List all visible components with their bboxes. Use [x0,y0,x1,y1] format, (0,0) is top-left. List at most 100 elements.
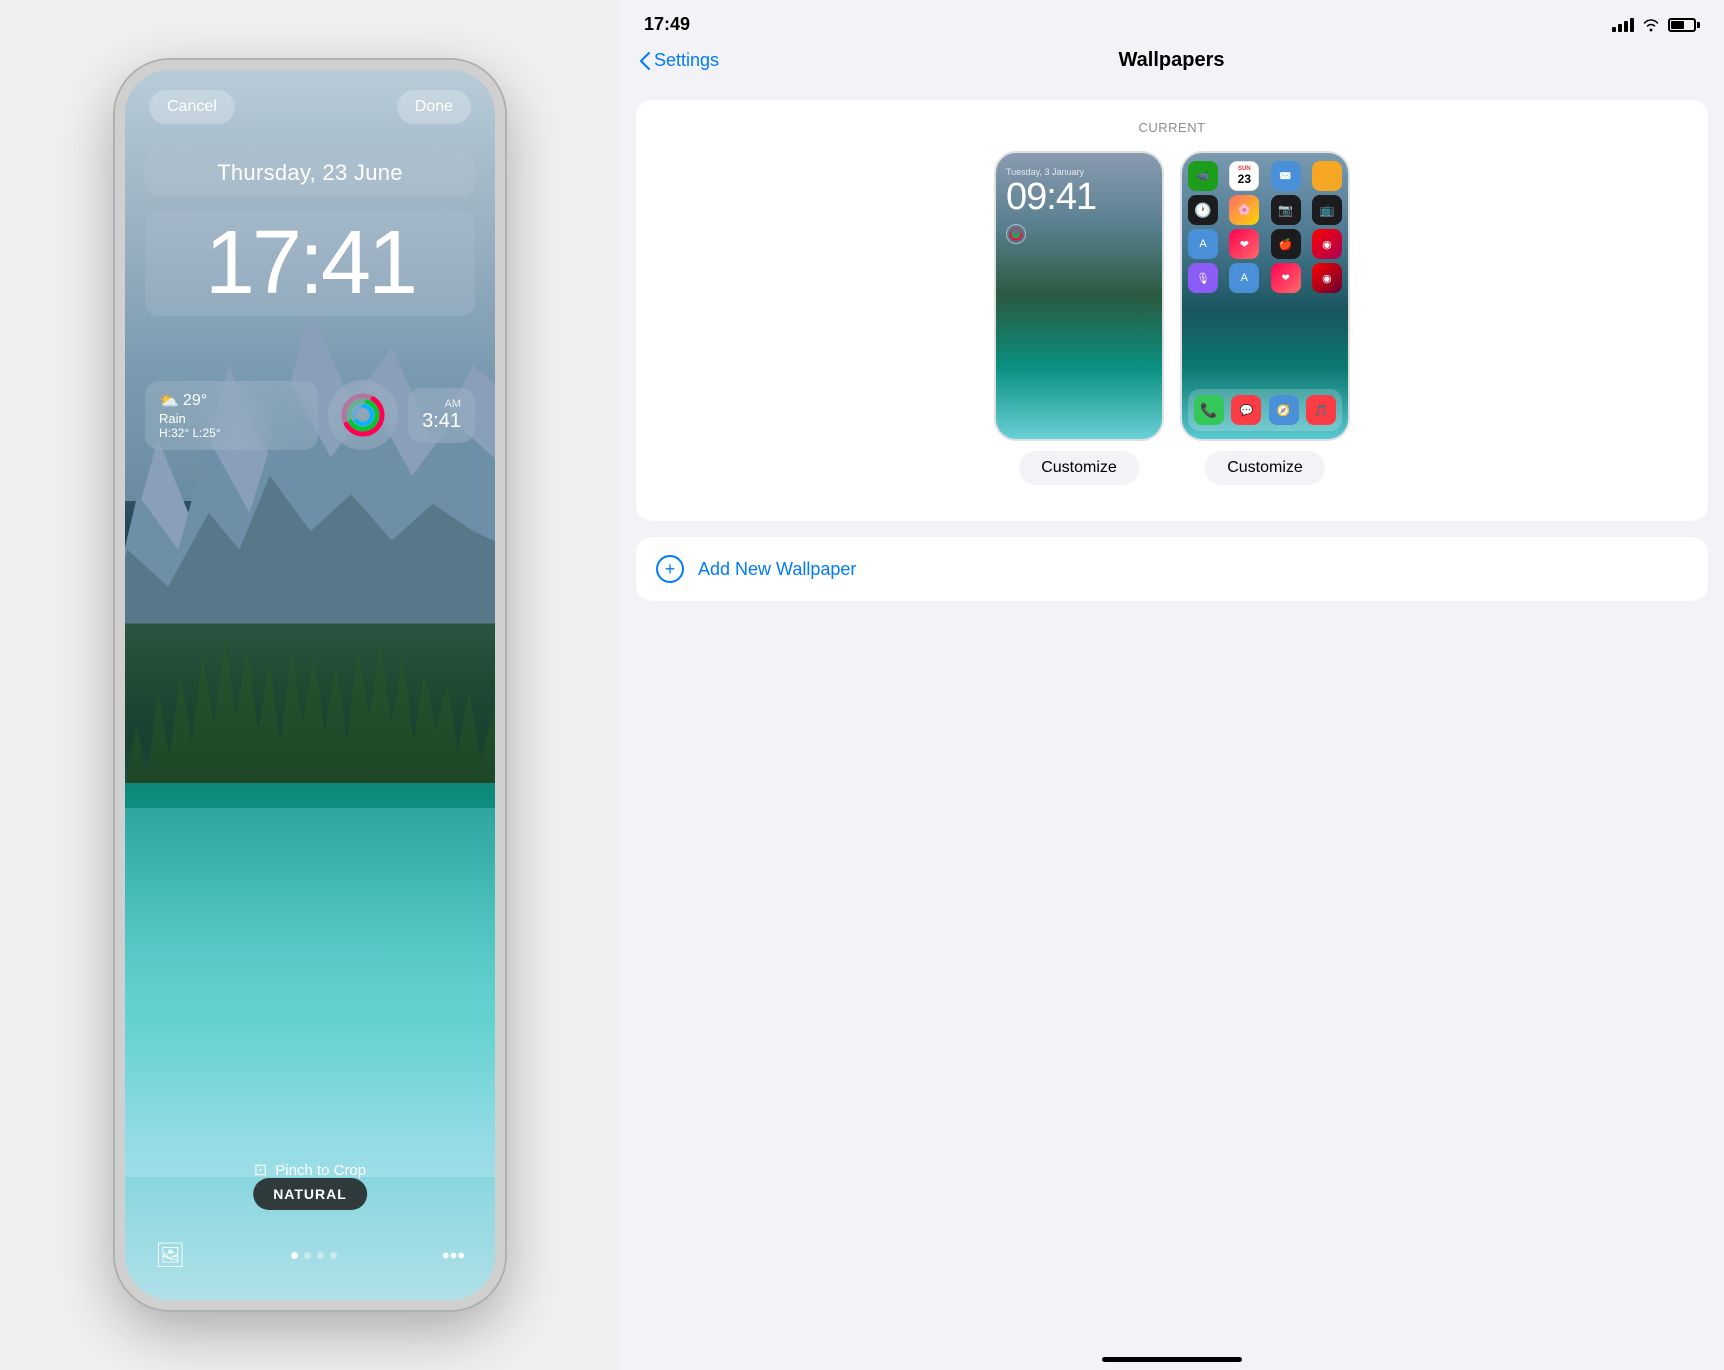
lock-screen-top-bar: Cancel Done [125,90,495,124]
date-container: Thursday, 23 June [145,150,475,196]
activity-rings-widget [328,380,398,450]
back-chevron-icon [640,52,650,70]
wallpaper-previews: Tuesday, 3 January 09:41 [656,151,1688,485]
apple2-app: ◉ [1312,263,1342,293]
left-panel: Cancel Done Thursday, 23 June 17:41 [0,0,620,1370]
safari-dock-app: 🧭 [1269,395,1299,425]
podcasts-app: 🎙 [1188,263,1218,293]
wallpapers-content: CURRENT Tuesday, 3 January 09:41 [620,84,1724,1340]
lake-reflection [125,808,495,1177]
right-panel: 17:49 [620,0,1724,1370]
messages-dock-app: 💬 [1231,395,1261,425]
dock-row: 📞 💬 🧭 🎵 [1194,395,1336,425]
crop-icon: ⊡ [254,1160,267,1180]
status-time: 17:49 [644,14,690,35]
red-app: ◉ [1312,229,1342,259]
natural-badge-text: NATURAL [273,1186,347,1202]
weather-info: ⛅ 29° Rain H:32° L:25° [159,391,304,440]
pinch-crop-text: Pinch to Crop [275,1162,366,1179]
cloud-icon: ⛅ [159,391,179,411]
appstore-app: A [1188,229,1218,259]
photo-library-icon[interactable]: 🖼 [155,1241,185,1270]
temperature: 29° [183,392,207,410]
signal-bar-3 [1624,21,1628,32]
add-new-wallpaper-row[interactable]: + Add New Wallpaper [636,537,1708,601]
lock-screen-preview-item: Tuesday, 3 January 09:41 [994,151,1164,485]
wp-ls-time: 09:41 [1006,178,1152,216]
time-widget-right: AM 3:41 [408,388,475,443]
time-container: 17:41 [145,210,475,316]
dock: 📞 💬 🧭 🎵 [1188,389,1342,431]
time-display: 17:41 [205,213,415,313]
health2-app: ❤ [1271,263,1301,293]
date-text: Thursday, 23 June [217,160,403,185]
battery-tip [1697,22,1700,28]
home-screen-preview-item: 📹 SUN 23 ✉️ [1180,151,1350,485]
lock-screen-preview[interactable]: Tuesday, 3 January 09:41 [994,151,1164,441]
app-row-2: 🕐 🌸 📷 📺 [1188,195,1342,225]
signal-bar-4 [1630,18,1634,32]
widget-time-value: AM 3:41 [422,398,461,433]
cancel-button[interactable]: Cancel [149,90,235,124]
current-section-label: CURRENT [656,120,1688,135]
phone-dock-app: 📞 [1194,395,1224,425]
navigation-bar: Settings Wallpapers [620,41,1724,84]
mail-app: ✉️ [1271,161,1301,191]
natural-badge: NATURAL [253,1178,367,1210]
pinch-crop-hint: ⊡ Pinch to Crop [125,1160,495,1180]
home-indicator [620,1340,1724,1370]
signal-bar-2 [1618,24,1622,32]
yellow-app [1312,161,1342,191]
app-row-1: 📹 SUN 23 ✉️ [1188,161,1342,191]
done-button[interactable]: Done [397,90,471,124]
back-button-label: Settings [654,50,719,71]
activity-rings-icon [340,392,386,438]
lock-screen-customize-button[interactable]: Customize [1019,451,1139,485]
time-pill: 17:41 [145,210,475,316]
widgets-row: ⛅ 29° Rain H:32° L:25° [145,380,475,450]
weather-widget: ⛅ 29° Rain H:32° L:25° [145,381,318,450]
battery-body [1668,18,1696,32]
wp-lock-screen-display: Tuesday, 3 January 09:41 [996,153,1162,439]
home-screen-preview[interactable]: 📹 SUN 23 ✉️ [1180,151,1350,441]
wp-home-screen-display: 📹 SUN 23 ✉️ [1182,153,1348,439]
wifi-icon [1642,18,1660,32]
wp-activity-rings [1009,227,1023,241]
wp-ls-activity-icon [1006,224,1026,244]
dot-1 [291,1252,298,1259]
music-dock-app: 🎵 [1306,395,1336,425]
app-row-3: A ❤ 🍎 ◉ [1188,229,1342,259]
widget-time-display: 3:41 [422,410,461,433]
add-wallpaper-icon: + [656,555,684,583]
battery-fill [1671,21,1684,29]
current-wallpaper-section: CURRENT Tuesday, 3 January 09:41 [636,100,1708,521]
apple-app: 🍎 [1271,229,1301,259]
facetime-app: 📹 [1188,161,1218,191]
appstore2-app: A [1229,263,1259,293]
more-options-icon[interactable]: ••• [442,1243,465,1269]
add-wallpaper-text: Add New Wallpaper [698,559,856,580]
calendar-app: SUN 23 [1229,161,1259,191]
photos-app: 🌸 [1229,195,1259,225]
status-icons [1612,18,1700,32]
signal-bar-1 [1612,27,1616,32]
dot-2 [304,1252,311,1259]
lock-screen-bottom-bar: 🖼 ••• [125,1241,495,1270]
home-bar [1102,1357,1242,1362]
back-button[interactable]: Settings [640,50,719,71]
lock-screen: Cancel Done Thursday, 23 June 17:41 [125,70,495,1300]
page-dots [291,1252,337,1259]
home-screen-customize-button[interactable]: Customize [1205,451,1325,485]
dot-4 [330,1252,337,1259]
tv-app: 📺 [1312,195,1342,225]
app-container: Cancel Done Thursday, 23 June 17:41 [0,0,1724,1370]
hi-lo-temp: H:32° L:25° [159,426,304,440]
health-app: ❤ [1229,229,1259,259]
dot-3 [317,1252,324,1259]
weather-condition: Rain [159,411,304,426]
widget-time-label: AM [422,398,461,410]
page-title: Wallpapers [1119,49,1225,72]
status-bar: 17:49 [620,0,1724,41]
clock-app: 🕐 [1188,195,1218,225]
app-row-4: 🎙 A ❤ ◉ [1188,263,1342,293]
